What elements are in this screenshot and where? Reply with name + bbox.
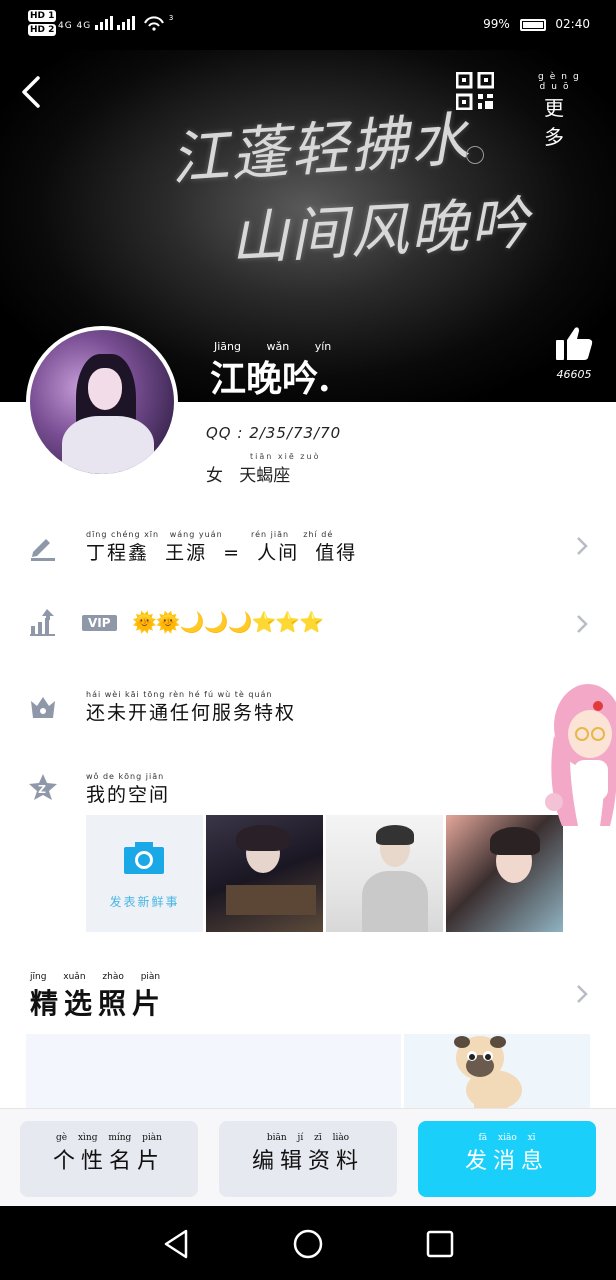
bottom-action-bar: gè xìng míng piàn 个性名片 biān jí zī liào 编…: [0, 1108, 616, 1207]
vip-row[interactable]: VIP 🌞🌞🌙🌙🌙⭐⭐⭐: [0, 598, 616, 650]
avatar[interactable]: [26, 326, 178, 478]
pencil-icon: [31, 539, 55, 561]
photo-body: [362, 871, 428, 932]
more-button[interactable]: gèng duō 更 多: [532, 72, 585, 149]
service-row[interactable]: hái wèi kāi tōng rèn hé fú wù tè quán 还未…: [0, 680, 616, 732]
system-nav-bar: [0, 1206, 616, 1280]
thumbs-up-icon: [556, 327, 593, 360]
chevron-right-icon: [577, 615, 588, 633]
battery-percent: 99%: [483, 17, 510, 31]
space-star-icon: Z: [29, 774, 57, 800]
like-button[interactable]: 46605: [552, 326, 596, 381]
seal-stamp: [466, 146, 484, 164]
meta-pinyin: tiān xiē zuò: [250, 452, 321, 461]
status-bar: HD 1 HD 2 4G 4G 3 99% 02:40: [0, 0, 616, 50]
sim-indicators: HD 1 HD 2: [28, 10, 57, 38]
back-icon[interactable]: [18, 72, 48, 112]
profile-card-label: 个性名片: [52, 1149, 165, 1174]
vip-badge: VIP: [82, 615, 117, 631]
nav-back-icon[interactable]: [160, 1228, 192, 1260]
photo-hair: [236, 825, 290, 851]
hd2-badge: HD 2: [28, 24, 57, 36]
anime-girl-sticker[interactable]: [540, 676, 616, 836]
signature-text: 丁程鑫 王源 = 人间 值得: [86, 542, 358, 564]
post-new-button[interactable]: 发表新鲜事: [86, 815, 203, 932]
edit-profile-pinyin: biān jí zī liào: [266, 1133, 350, 1143]
post-new-label: 发表新鲜事: [109, 895, 180, 909]
nav-home-icon[interactable]: [292, 1228, 324, 1260]
send-message-pinyin: fā xiāo xī: [478, 1133, 536, 1143]
chevron-right-icon: [577, 537, 588, 555]
hd1-badge: HD 1: [28, 10, 57, 22]
banner-calligraphy: 江蓬轻拂水 山间风晚吟: [168, 100, 531, 273]
like-count: 46605: [556, 368, 592, 381]
avatar-face: [88, 368, 122, 410]
svg-text:Z: Z: [38, 783, 46, 796]
nav-recent-icon[interactable]: [424, 1228, 456, 1260]
wifi-icon: [144, 16, 164, 31]
avatar-shirt: [62, 416, 154, 474]
profile-card-pinyin: gè xìng míng piàn: [56, 1133, 162, 1143]
level-badges: 🌞🌞🌙🌙🌙⭐⭐⭐: [132, 610, 324, 634]
edit-profile-label: 编辑资料: [251, 1149, 364, 1174]
banner-line-2: 山间风晚吟: [228, 189, 532, 273]
photo-piano: [226, 885, 316, 915]
selected-photos-title: 精选照片: [30, 987, 167, 1020]
status-right: 99% 02:40: [483, 17, 590, 31]
more-pinyin: gèng duō: [538, 72, 585, 92]
chevron-right-icon[interactable]: [574, 984, 590, 1004]
photo-hair: [376, 825, 414, 845]
level-up-icon: [30, 609, 55, 636]
wifi-badge: 3: [168, 14, 175, 22]
crown-icon: [31, 697, 55, 718]
space-row[interactable]: Z wǒ de kōng jiān 我的空间: [0, 762, 616, 814]
pug-sticker[interactable]: [448, 1024, 538, 1114]
qq-number: QQ : 2/35/73/70: [206, 424, 342, 442]
profile-card-button[interactable]: gè xìng míng piàn 个性名片: [20, 1121, 198, 1197]
nickname: 江晚吟.: [210, 358, 331, 400]
signal-text: 4G 4G: [58, 21, 92, 31]
send-message-button[interactable]: fā xiāo xī 发消息: [418, 1121, 596, 1197]
signal-indicator: 4G 4G 3: [58, 14, 174, 31]
space-text: 我的空间: [86, 784, 171, 806]
edit-profile-button[interactable]: biān jí zī liào 编辑资料: [219, 1121, 397, 1197]
photo-hair: [490, 827, 540, 855]
gender-constellation: 女 天蝎座: [206, 466, 291, 486]
more-label: 更 多: [544, 96, 570, 149]
profile-meta: tiān xiē zuò 女 天蝎座: [206, 452, 320, 486]
selected-photo[interactable]: [26, 1034, 401, 1114]
space-photo[interactable]: [206, 815, 323, 932]
camera-icon: [124, 842, 164, 874]
clock: 02:40: [555, 17, 590, 31]
space-photo[interactable]: [326, 815, 443, 932]
battery-icon: [519, 19, 546, 31]
send-message-label: 发消息: [464, 1149, 549, 1174]
signal-bars-icon: [95, 16, 136, 30]
service-text: 还未开通任何服务特权: [86, 702, 297, 724]
selected-photos-pinyin: jīng xuǎn zhào piàn: [30, 972, 161, 982]
signature-row[interactable]: dīng chéng xīn wáng yuán rén jiān zhí dé…: [0, 520, 616, 576]
